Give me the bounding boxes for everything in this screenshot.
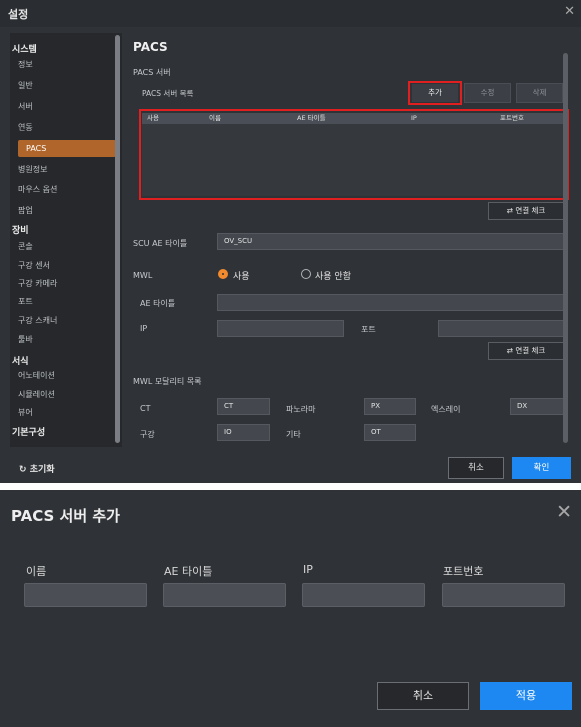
reset-label: 초기화: [29, 465, 55, 475]
pacs-server-list-label: PACS 서버 목록: [142, 89, 194, 98]
swap-arrows-icon: ⇄: [506, 346, 513, 355]
modality-panorama-input[interactable]: PX: [364, 398, 416, 415]
sidebar-item-intraoral-scanner[interactable]: 구강 스캐너: [18, 312, 57, 330]
name-input[interactable]: [24, 583, 147, 607]
scu-ae-title-label: SCU AE 타이틀: [133, 239, 188, 248]
reset-button[interactable]: ↻ 초기화: [19, 462, 55, 475]
modality-ct-input[interactable]: CT: [217, 398, 270, 415]
sidebar-group-equipment: 장비: [12, 226, 29, 236]
pacs-server-add-dialog: PACS 서버 추가 ✕ 이름 AE 타이틀 IP 포트번호 취소 적용: [0, 490, 581, 727]
page-title: PACS: [133, 40, 168, 54]
dialog-title: PACS 서버 추가: [11, 507, 120, 525]
ae-title-field-label: AE 타이틀: [164, 565, 213, 578]
check-connection-button-mwl[interactable]: ⇄ 연결 체크: [488, 342, 564, 360]
sidebar-scrollbar[interactable]: [115, 35, 120, 443]
sidebar-item-port[interactable]: 포트: [18, 293, 33, 311]
sidebar-item-viewer[interactable]: 뷰어: [18, 404, 33, 422]
sidebar-item-popup[interactable]: 팝업: [18, 202, 33, 220]
sidebar-item-intraoral-sensor[interactable]: 구강 센서: [18, 257, 50, 275]
mwl-label: MWL: [133, 271, 153, 280]
close-icon[interactable]: ✕: [564, 4, 575, 19]
mwl-port-input[interactable]: [438, 320, 564, 337]
mwl-use-label[interactable]: 사용: [233, 269, 250, 282]
dialog-apply-button[interactable]: 적용: [480, 682, 572, 710]
check-connection-button[interactable]: ⇄ 연결 체크: [488, 202, 564, 220]
sidebar-item-intraoral-camera[interactable]: 구강 카메라: [18, 275, 57, 293]
scu-ae-title-input[interactable]: OV_SCU: [217, 233, 564, 250]
sidebar-item-toolbar[interactable]: 툴바: [18, 331, 33, 349]
sidebar-item-simulation[interactable]: 시뮬레이션: [18, 386, 55, 404]
dialog-cancel-button[interactable]: 취소: [377, 682, 469, 710]
mwl-ae-title-label: AE 타이틀: [140, 299, 176, 308]
name-field-label: 이름: [26, 565, 47, 578]
confirm-button[interactable]: 확인: [512, 457, 571, 479]
sidebar: 시스템 정보 일반 서버 연동 PACS 병원정보 마우스 옵션 팝업 장비 콘…: [10, 33, 122, 447]
ae-title-input[interactable]: [163, 583, 286, 607]
mwl-port-label: 포트: [361, 325, 376, 334]
pacs-server-section-label: PACS 서버: [133, 68, 171, 77]
modality-other-label: 기타: [286, 430, 301, 439]
sidebar-item-hospital-info[interactable]: 병원정보: [18, 161, 47, 179]
sidebar-item-console[interactable]: 콘솔: [18, 238, 33, 256]
sidebar-item-pacs[interactable]: PACS: [18, 140, 116, 157]
sidebar-group-format: 서식: [12, 357, 29, 367]
port-field-label: 포트번호: [443, 565, 484, 578]
add-server-button[interactable]: 추가: [412, 84, 458, 102]
sidebar-item-server[interactable]: 서버: [18, 98, 33, 116]
cancel-button[interactable]: 취소: [448, 457, 504, 479]
mwl-unused-label[interactable]: 사용 안함: [315, 269, 351, 282]
window-title: 설정: [8, 8, 29, 21]
refresh-icon: ↻: [19, 465, 27, 475]
modality-other-input[interactable]: OT: [364, 424, 416, 441]
mwl-ip-label: IP: [140, 324, 148, 333]
check-connection-label: 연결 체크: [515, 346, 546, 355]
mwl-ip-input[interactable]: [217, 320, 344, 337]
swap-arrows-icon: ⇄: [506, 206, 513, 215]
sidebar-item-integration[interactable]: 연동: [18, 119, 33, 137]
modality-intraoral-label: 구강: [140, 430, 155, 439]
mwl-ae-title-input[interactable]: [217, 294, 564, 311]
modality-xray-label: 엑스레이: [431, 405, 461, 414]
modality-panorama-label: 파노라마: [286, 405, 316, 414]
pacs-content: PACS PACS 서버 PACS 서버 목록 추가 수정 삭제 사용 이름 A…: [124, 33, 570, 447]
mwl-modality-list-label: MWL 모달리티 목록: [133, 377, 202, 386]
modality-intraoral-input[interactable]: IO: [217, 424, 270, 441]
port-input[interactable]: [442, 583, 565, 607]
settings-window: 설정 ✕ 시스템 정보 일반 서버 연동 PACS 병원정보 마우스 옵션 팝업…: [0, 0, 581, 483]
sidebar-item-info[interactable]: 정보: [18, 56, 33, 74]
server-table-highlight: [139, 109, 569, 200]
close-icon[interactable]: ✕: [556, 501, 572, 523]
modality-xray-input[interactable]: DX: [510, 398, 564, 415]
title-bar: 설정 ✕: [0, 0, 581, 27]
mwl-use-radio[interactable]: [218, 269, 228, 279]
sidebar-group-basic-config: 기본구성: [12, 428, 46, 438]
delete-server-button[interactable]: 삭제: [516, 83, 563, 103]
ip-field-label: IP: [303, 563, 313, 576]
check-connection-label: 연결 체크: [515, 206, 546, 215]
mwl-unused-radio[interactable]: [301, 269, 311, 279]
content-scrollbar[interactable]: [563, 53, 568, 443]
sidebar-item-general[interactable]: 일반: [18, 77, 33, 95]
sidebar-group-system: 시스템: [12, 45, 37, 55]
sidebar-item-mouse-options[interactable]: 마우스 옵션: [18, 181, 57, 199]
sidebar-item-annotation[interactable]: 어노테이션: [18, 367, 55, 385]
ip-input[interactable]: [302, 583, 425, 607]
edit-server-button[interactable]: 수정: [464, 83, 511, 103]
modality-ct-label: CT: [140, 404, 151, 413]
settings-footer: ↻ 초기화 취소 확인: [0, 453, 581, 483]
